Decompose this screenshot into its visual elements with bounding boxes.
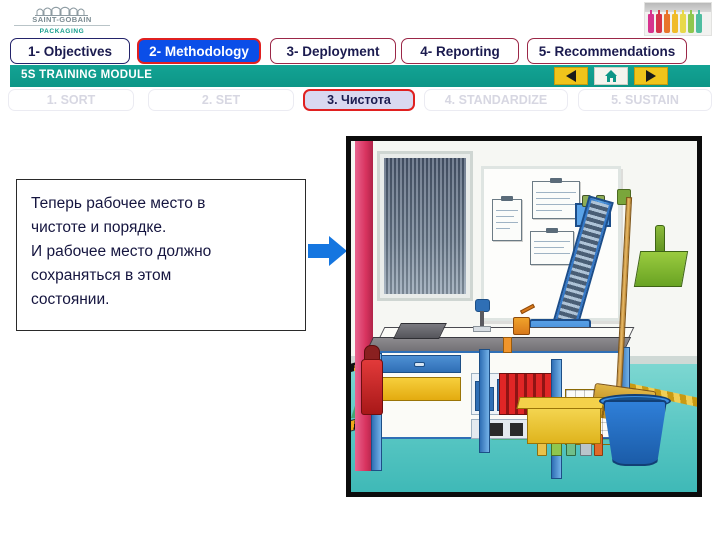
triangle-right-icon <box>646 70 656 82</box>
bottles-shelf <box>645 3 711 12</box>
callout-line-1: Теперь рабочее место в <box>31 195 206 212</box>
bottles-row <box>648 10 702 33</box>
module-title: 5S TRAINING MODULE <box>21 69 153 81</box>
bench-small-container <box>503 337 512 353</box>
clipboard-1 <box>492 199 522 241</box>
callout-line-3: И рабочее место должно <box>31 243 212 260</box>
logo-brand-text: SAINT-GOBAIN <box>14 15 110 26</box>
aqueduct-bridge-icon <box>35 3 89 16</box>
fire-extinguisher <box>361 359 383 415</box>
logo-division-text: PACKAGING <box>39 28 85 35</box>
bottle-3 <box>664 10 670 33</box>
tab-methodology[interactable]: 2- Methodology <box>137 38 261 64</box>
saint-gobain-logo: SAINT-GOBAIN PACKAGING <box>14 3 110 35</box>
doorway-frame <box>377 151 473 301</box>
callout-line-4: сохраняться в этом <box>31 267 172 284</box>
step-standardize[interactable]: 4. STANDARDIZE <box>424 89 568 111</box>
colored-bottles-photo <box>644 2 712 36</box>
slide-root: SAINT-GOBAIN PACKAGING 1- Objectives 2- … <box>0 0 720 540</box>
bottle-6 <box>688 10 694 33</box>
tab-recommendations[interactable]: 5- Recommendations <box>527 38 687 64</box>
callout-line-5: состоянии. <box>31 291 110 308</box>
clipboard-3 <box>530 231 574 265</box>
forward-button[interactable] <box>634 67 668 85</box>
callout-box: Теперь рабочее место в чистоте и порядке… <box>16 179 306 331</box>
bottle-1 <box>648 10 654 33</box>
bottle-4 <box>672 10 678 33</box>
workshop-scene <box>351 141 697 492</box>
step-shine[interactable]: 3. Чистота <box>303 89 415 111</box>
tab-reporting[interactable]: 4- Reporting <box>401 38 519 64</box>
step-sustain[interactable]: 5. SUSTAIN <box>578 89 712 111</box>
home-button[interactable] <box>594 67 628 85</box>
main-tab-bar: 1- Objectives 2- Methodology 3- Deployme… <box>0 38 720 64</box>
mop-bucket <box>603 400 667 466</box>
step-sort[interactable]: 1. SORT <box>8 89 134 111</box>
clean-workshop-illustration <box>346 136 702 497</box>
cleaning-supplies-crate <box>527 402 601 444</box>
workbench-drawer <box>377 355 461 373</box>
bottle-7 <box>696 10 702 33</box>
callout-line-2: чистоте и порядке. <box>31 219 167 236</box>
strip-curtain <box>384 158 466 294</box>
bench-toolbox <box>393 323 447 339</box>
oil-can <box>511 303 536 335</box>
dustpan <box>633 251 689 287</box>
triangle-left-icon <box>566 70 576 82</box>
bench-press-tool <box>473 299 491 333</box>
module-bar: 5S TRAINING MODULE <box>10 65 710 87</box>
tab-objectives[interactable]: 1- Objectives <box>10 38 130 64</box>
tab-deployment[interactable]: 3- Deployment <box>270 38 396 64</box>
navigation-buttons <box>554 67 668 85</box>
home-icon <box>604 70 618 82</box>
right-arrow-icon <box>308 236 348 266</box>
bottle-5 <box>680 10 686 33</box>
workbench-leg-2 <box>479 349 490 453</box>
back-button[interactable] <box>554 67 588 85</box>
clipboard-2 <box>532 181 580 219</box>
step-set[interactable]: 2. SET <box>148 89 294 111</box>
bottle-2 <box>656 10 662 33</box>
five-s-step-bar: 1. SORT 2. SET 3. Чистота 4. STANDARDIZE… <box>0 89 720 113</box>
yellow-storage-bin <box>377 377 461 401</box>
